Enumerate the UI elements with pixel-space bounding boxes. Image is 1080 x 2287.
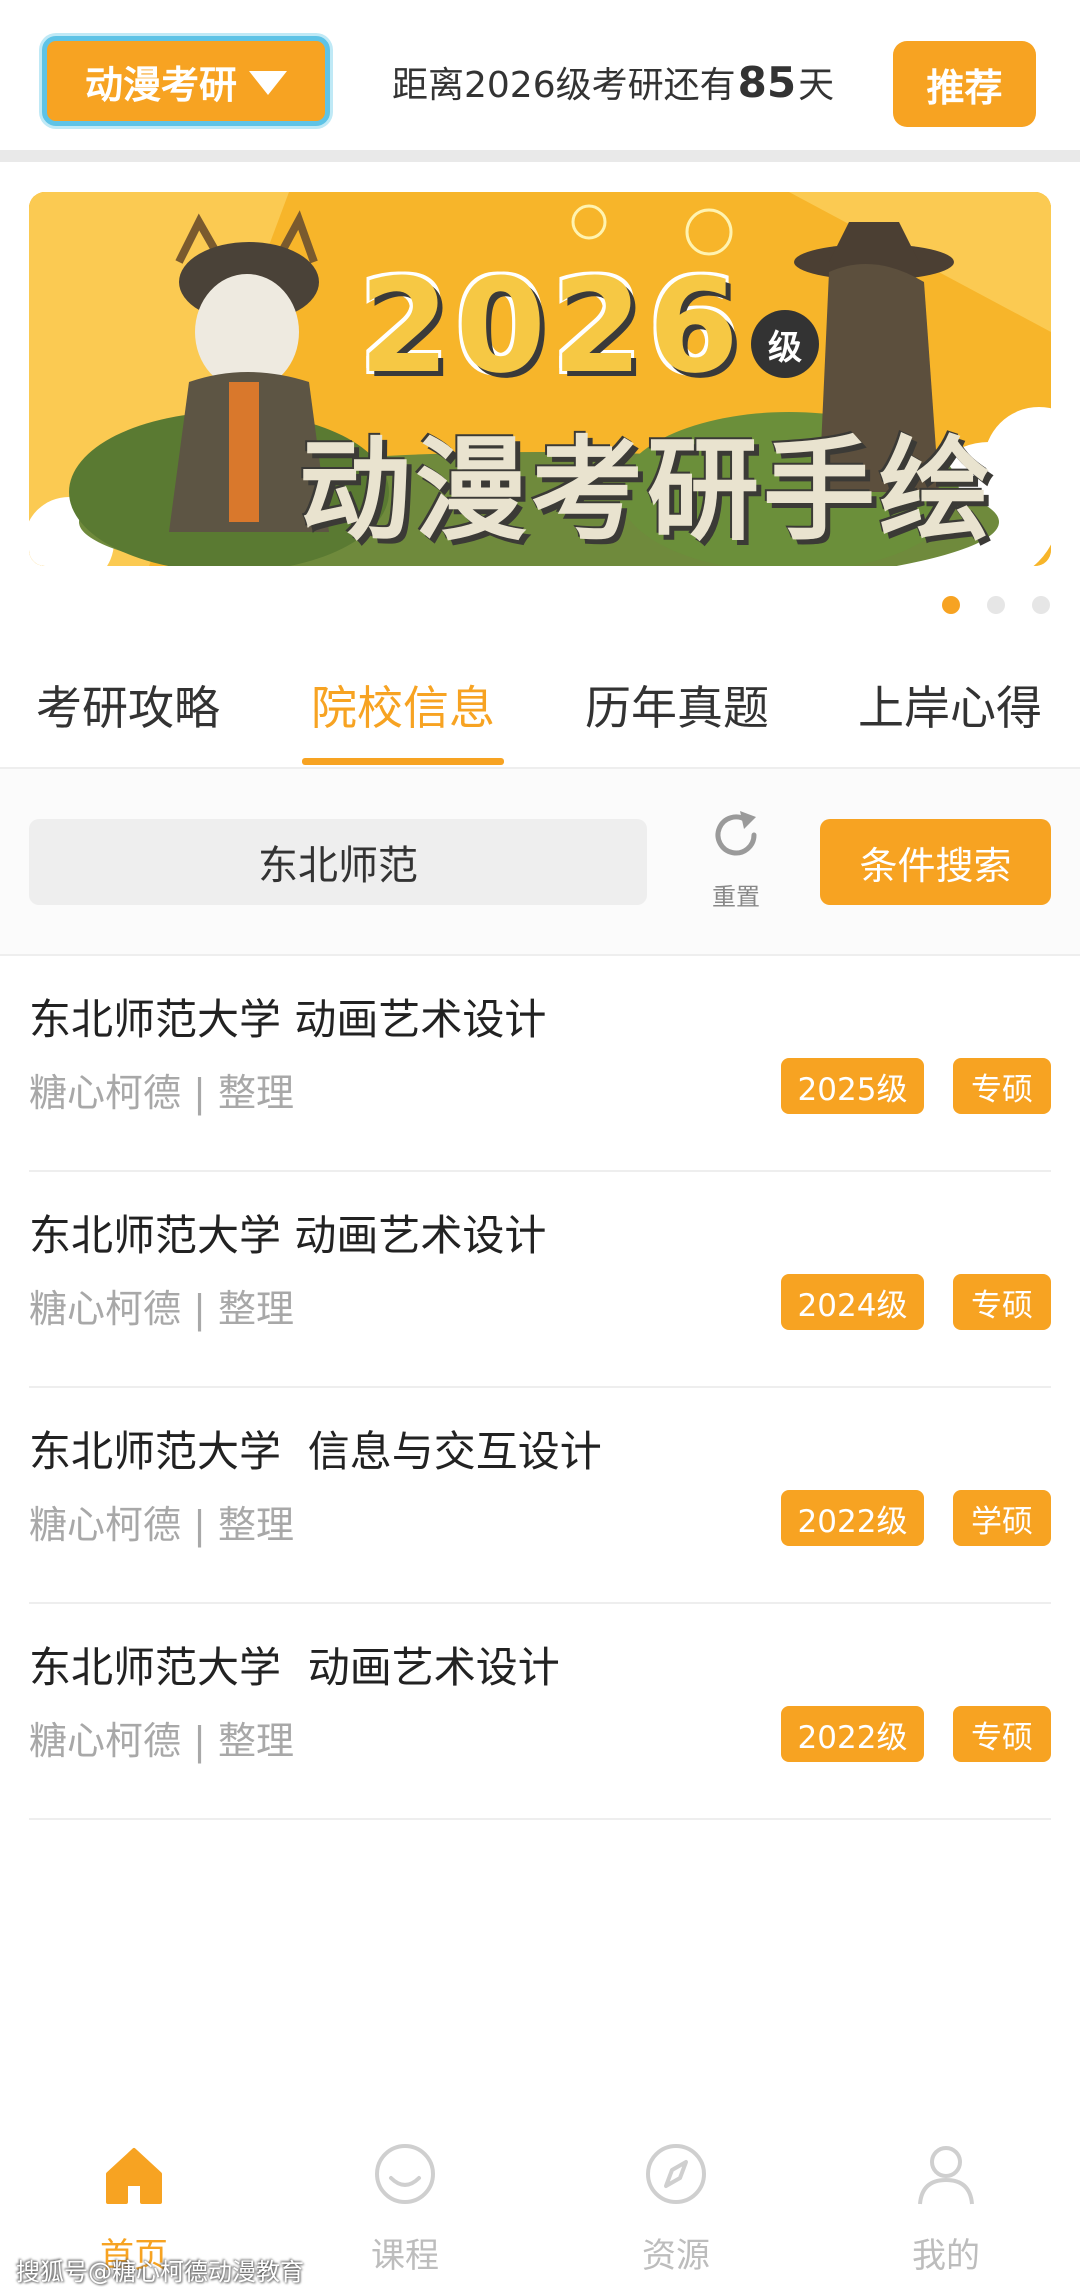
recommend-button[interactable]: 推荐 bbox=[893, 41, 1036, 127]
home-icon bbox=[106, 2148, 162, 2204]
item-meta: 糖心柯德 | 整理 bbox=[29, 1062, 294, 1117]
year-badge: 2022级 bbox=[781, 1490, 924, 1546]
meta-separator: | bbox=[193, 1071, 206, 1115]
item-author: 糖心柯德 bbox=[29, 1503, 182, 1547]
degree-type-badge: 专硕 bbox=[953, 1274, 1051, 1330]
smile-icon bbox=[375, 2144, 435, 2204]
list-item[interactable]: 东北师范大学 动画艺术设计 糖心柯德 | 整理 2025级 专硕 bbox=[0, 956, 1080, 1172]
banner-grade-badge: 级 bbox=[751, 310, 819, 378]
tab-exam-guide[interactable]: 考研攻略 bbox=[36, 672, 220, 738]
list-item[interactable]: 东北师范大学 动画艺术设计 糖心柯德 | 整理 2024级 专硕 bbox=[0, 1172, 1080, 1388]
nav-profile[interactable]: 我的 bbox=[866, 2140, 1026, 2280]
item-action: 整理 bbox=[218, 1719, 295, 1763]
top-bar: 动漫考研 距离2026级考研还有 85 天 推荐 bbox=[0, 0, 1080, 150]
banner-year: 2026 bbox=[359, 250, 745, 402]
tab-past-papers[interactable]: 历年真题 bbox=[585, 672, 769, 738]
exam-countdown: 距离2026级考研还有 85 天 bbox=[392, 56, 834, 116]
item-action: 整理 bbox=[218, 1503, 295, 1547]
countdown-days: 85 bbox=[737, 58, 797, 107]
pagination-dot-active[interactable] bbox=[942, 596, 960, 614]
list-item[interactable]: 东北师范大学 动画艺术设计 糖心柯德 | 整理 2022级 专硕 bbox=[0, 1604, 1080, 1820]
item-meta: 糖心柯德 | 整理 bbox=[29, 1494, 294, 1549]
item-title: 东北师范大学 信息与交互设计 bbox=[29, 1427, 602, 1476]
top-divider bbox=[0, 150, 1080, 162]
nav-label: 我的 bbox=[912, 2236, 980, 2276]
item-author: 糖心柯德 bbox=[29, 1719, 182, 1763]
banner-pagination bbox=[0, 596, 1080, 616]
meta-separator: | bbox=[193, 1503, 206, 1547]
banner-title: 动漫考研手绘 bbox=[299, 426, 995, 556]
pagination-dot[interactable] bbox=[987, 596, 1005, 614]
degree-type-badge: 专硕 bbox=[953, 1706, 1051, 1762]
channel-selector-button[interactable]: 动漫考研 bbox=[42, 36, 330, 126]
reset-label: 重置 bbox=[712, 883, 760, 911]
tab-success-stories[interactable]: 上岸心得 bbox=[858, 672, 1042, 738]
active-tab-indicator bbox=[302, 758, 504, 765]
item-author: 糖心柯德 bbox=[29, 1071, 182, 1115]
item-author: 糖心柯德 bbox=[29, 1287, 182, 1331]
item-title: 东北师范大学 动画艺术设计 bbox=[29, 995, 547, 1044]
nav-label: 资源 bbox=[642, 2236, 710, 2276]
degree-type-badge: 专硕 bbox=[953, 1058, 1051, 1114]
user-icon bbox=[918, 2146, 974, 2205]
item-divider bbox=[29, 1818, 1051, 1820]
year-badge: 2025级 bbox=[781, 1058, 924, 1114]
item-action: 整理 bbox=[218, 1287, 295, 1331]
reset-button[interactable]: 重置 bbox=[694, 805, 778, 915]
year-badge: 2022级 bbox=[781, 1706, 924, 1762]
nav-resources[interactable]: 资源 bbox=[596, 2140, 756, 2280]
degree-type-badge: 学硕 bbox=[953, 1490, 1051, 1546]
promo-banner[interactable]: 2026 级 动漫考研手绘 bbox=[29, 192, 1051, 566]
filter-bar: 东北师范 重置 条件搜索 bbox=[0, 769, 1080, 954]
school-filter-field[interactable]: 东北师范 bbox=[29, 819, 647, 905]
category-tabs: 考研攻略 院校信息 历年真题 上岸心得 bbox=[0, 650, 1080, 768]
item-meta: 糖心柯德 | 整理 bbox=[29, 1278, 294, 1333]
item-meta: 糖心柯德 | 整理 bbox=[29, 1710, 294, 1765]
compass-icon bbox=[646, 2144, 706, 2204]
pagination-dot[interactable] bbox=[1032, 596, 1050, 614]
item-title: 东北师范大学 动画艺术设计 bbox=[29, 1211, 547, 1260]
countdown-suffix: 天 bbox=[798, 65, 835, 106]
nav-label: 课程 bbox=[371, 2236, 439, 2276]
countdown-prefix: 距离2026级考研还有 bbox=[392, 65, 736, 106]
year-badge: 2024级 bbox=[781, 1274, 924, 1330]
meta-separator: | bbox=[193, 1287, 206, 1331]
nav-courses[interactable]: 课程 bbox=[325, 2140, 485, 2280]
list-item[interactable]: 东北师范大学 信息与交互设计 糖心柯德 | 整理 2022级 学硕 bbox=[0, 1388, 1080, 1604]
meta-separator: | bbox=[193, 1719, 206, 1763]
school-info-list: 东北师范大学 动画艺术设计 糖心柯德 | 整理 2025级 专硕 东北师范大学 … bbox=[0, 956, 1080, 1820]
refresh-icon bbox=[715, 811, 757, 856]
channel-label: 动漫考研 bbox=[84, 62, 237, 107]
watermark: 搜狐号@糖心柯德动漫教育 bbox=[16, 2258, 304, 2286]
tab-school-info[interactable]: 院校信息 bbox=[311, 672, 495, 738]
dropdown-arrow-icon bbox=[249, 71, 287, 95]
item-action: 整理 bbox=[218, 1071, 295, 1115]
item-title: 东北师范大学 动画艺术设计 bbox=[29, 1643, 560, 1692]
conditional-search-button[interactable]: 条件搜索 bbox=[820, 819, 1051, 905]
